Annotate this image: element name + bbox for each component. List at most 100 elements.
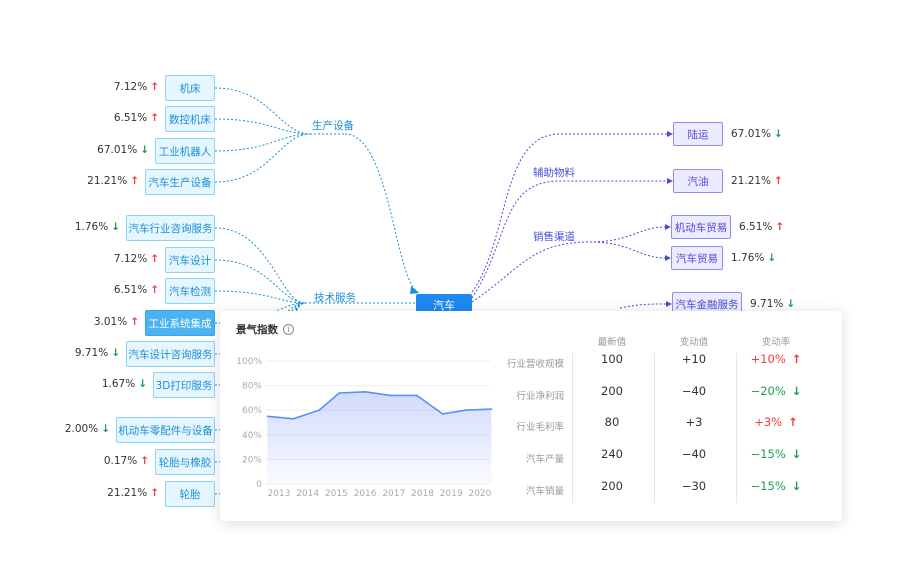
row-label: 行业毛利率 [516, 422, 564, 433]
info-icon[interactable]: i [283, 324, 294, 335]
left-node-change: 6.51% ↑ [114, 112, 159, 124]
prosperity-index-panel: 景气指数 i 0 20% 40% 60% 80% 100% 2013 2014 2015 2016… [220, 311, 842, 521]
left-node[interactable]: 机床 [165, 75, 215, 101]
y-tick-label: 0 [256, 480, 262, 490]
latest-value: 200 [601, 479, 623, 493]
right-node[interactable]: 汽车贸易 [671, 246, 723, 270]
link-line [589, 241, 666, 259]
series-point [338, 392, 341, 394]
left-node-pct: 7.12% [113, 253, 148, 265]
group-label-tech-services: 技术服务 [314, 292, 356, 304]
arrow-up-icon: ↑ [150, 487, 159, 499]
right-node[interactable]: 陆运 [673, 122, 723, 146]
left-node[interactable]: 工业系统集成 [145, 310, 215, 336]
y-tick-label: 40% [242, 431, 262, 441]
left-node[interactable]: 汽车设计 [165, 247, 215, 273]
left-node[interactable]: 数控机床 [165, 106, 215, 132]
link-line [214, 87, 311, 135]
left-node-change: 21.21% ↑ [107, 487, 159, 499]
latest-value: 100 [601, 352, 623, 366]
row-label: 行业营收规模 [506, 359, 564, 370]
rate-text: −15% [750, 479, 786, 493]
change-value: +10 [681, 352, 707, 366]
latest-value: 80 [604, 415, 620, 429]
arrow-down-icon: ↓ [101, 423, 110, 435]
left-node-change: 3.01% ↑ [94, 316, 139, 328]
link-line [344, 133, 419, 293]
left-node-pct: 1.67% [101, 378, 136, 390]
arrow-up-icon: ↑ [788, 415, 798, 429]
left-node-change: 21.21% ↑ [87, 175, 139, 187]
x-tick-label: 2013 [267, 489, 290, 499]
arrow-up-icon: ↑ [150, 284, 159, 296]
link-line [619, 303, 667, 309]
left-node-change: 1.67% ↓ [102, 378, 147, 390]
series-point [292, 418, 295, 420]
group-label-production-equipment: 生产设备 [312, 120, 354, 132]
left-node[interactable]: 汽车行业咨询服务 [126, 215, 215, 241]
arrow-down-icon: ↓ [791, 384, 802, 398]
right-node-pct: 6.51% [739, 221, 773, 233]
left-node[interactable]: 3D打印服务 [153, 372, 215, 398]
left-node-change: 1.76% ↓ [75, 221, 120, 233]
arrow-down-icon: ↓ [791, 479, 802, 493]
left-node[interactable]: 机动车零配件与设备 [116, 417, 215, 443]
left-node[interactable]: 汽车设计咨询服务 [126, 341, 215, 367]
series-point [266, 415, 269, 418]
y-tick-label: 20% [242, 455, 262, 465]
change-value: −40 [681, 384, 707, 398]
panel-title-text: 景气指数 [236, 324, 278, 336]
left-node-pct: 6.51% [113, 284, 148, 296]
arrow-down-icon: ↓ [140, 144, 149, 156]
left-node[interactable]: 汽车检测 [165, 278, 215, 304]
left-node[interactable]: 汽车生产设备 [145, 169, 215, 195]
arrow-down-icon: ↓ [111, 347, 120, 359]
link-line [471, 241, 591, 303]
change-value: −30 [681, 479, 707, 493]
col-header-rate: 变动率 [761, 337, 791, 348]
left-node-pct: 7.12% [113, 81, 148, 93]
arrow-down-icon: ↓ [111, 221, 120, 233]
x-tick-label: 2017 [382, 489, 405, 499]
left-node-pct: 2.00% [64, 423, 99, 435]
link-line [214, 290, 306, 304]
left-node[interactable]: 轮胎与橡胶 [155, 449, 215, 475]
left-node[interactable]: 轮胎 [165, 481, 215, 507]
row-label: 行业净利润 [516, 391, 564, 402]
rate-text: −15% [750, 447, 786, 461]
series-point [490, 408, 493, 410]
left-node-change: 67.01% ↓ [97, 144, 149, 156]
arrow-up-icon: ↑ [775, 221, 785, 233]
left-node-pct: 67.01% [97, 144, 138, 156]
series-point [318, 409, 320, 411]
arrow-down-icon: ↓ [791, 447, 802, 461]
change-value: +3 [685, 415, 703, 429]
series-point [364, 390, 366, 393]
group-label-auxiliary-materials: 辅助物料 [533, 167, 575, 179]
link-line [214, 259, 306, 304]
left-node-pct: 21.21% [107, 487, 148, 499]
left-node[interactable]: 工业机器人 [155, 138, 215, 164]
row-label: 汽车销量 [525, 486, 564, 497]
arrow-down-icon: ↓ [767, 252, 777, 264]
arrow-up-icon: ↑ [130, 316, 139, 328]
link-line [214, 133, 311, 183]
arrow-up-icon: ↑ [791, 352, 802, 366]
right-node[interactable]: 机动车贸易 [671, 215, 731, 239]
rate-text: +3% [754, 415, 783, 429]
arrow-up-icon: ↑ [150, 81, 159, 93]
left-node-pct: 3.01% [93, 316, 128, 328]
rate-value: −15% ↓ [736, 479, 816, 493]
series-point [415, 394, 418, 397]
right-node[interactable]: 汽油 [673, 169, 723, 193]
left-node-pct: 21.21% [87, 175, 128, 187]
change-value: −40 [681, 447, 707, 461]
left-node-change: 6.51% ↑ [114, 284, 159, 296]
rate-value: +3% ↑ [736, 415, 816, 429]
arrow-up-icon: ↑ [140, 455, 149, 467]
right-node-pct: 67.01% [731, 128, 772, 140]
latest-value: 240 [601, 447, 623, 461]
left-node-pct: 0.17% [103, 455, 138, 467]
right-node-change: 9.71% ↓ [750, 298, 795, 310]
left-node-pct: 6.51% [113, 112, 148, 124]
